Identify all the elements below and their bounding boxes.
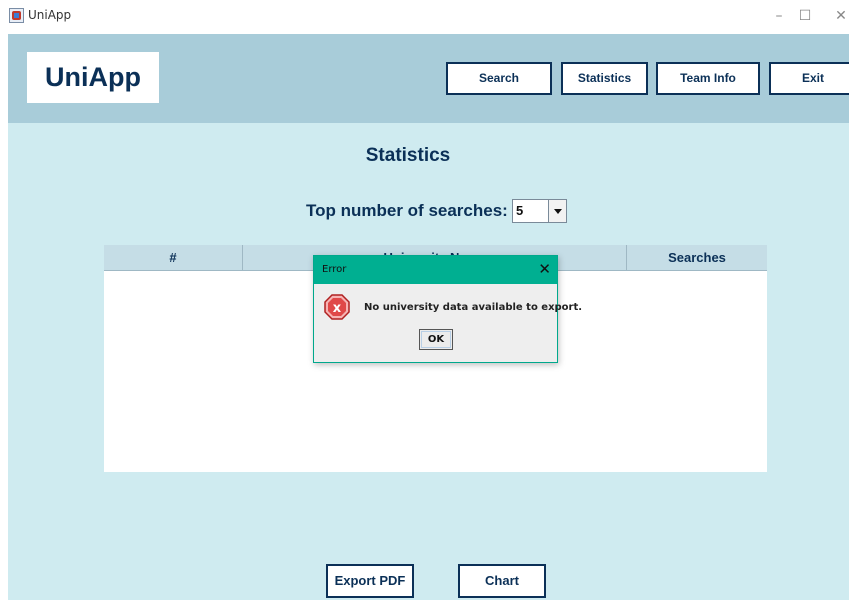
dialog-close-icon[interactable]: ✕ (538, 260, 551, 278)
chevron-down-icon[interactable] (548, 200, 566, 222)
top-searches-value: 5 (516, 203, 524, 218)
error-icon: x (324, 294, 350, 320)
dialog-title: Error (322, 264, 347, 275)
export-pdf-button[interactable]: Export PDF (326, 564, 414, 598)
app-logo: UniApp (27, 52, 159, 103)
page-title: Statistics (365, 145, 451, 166)
svg-text:x: x (333, 301, 342, 316)
maximize-button[interactable]: ☐ (790, 4, 820, 28)
dialog-message: No university data available to export. (364, 302, 583, 313)
ok-button[interactable]: OK (419, 329, 453, 350)
exit-nav-button[interactable]: Exit (769, 62, 849, 95)
error-dialog: Error ✕ x No university data available t… (313, 255, 582, 363)
team-info-nav-button[interactable]: Team Info (656, 62, 760, 95)
statistics-nav-button[interactable]: Statistics (561, 62, 648, 95)
window-titlebar: UniApp – ☐ ✕ (0, 0, 849, 34)
java-app-icon (9, 8, 24, 23)
search-nav-button[interactable]: Search (446, 62, 552, 95)
top-searches-dropdown[interactable]: 5 (512, 199, 567, 223)
dialog-titlebar: Error ✕ (314, 256, 557, 284)
column-header-rank[interactable]: # (104, 245, 243, 271)
chart-button[interactable]: Chart (458, 564, 546, 598)
window-close-button[interactable]: ✕ (826, 4, 849, 28)
top-searches-label: Top number of searches: (306, 201, 508, 220)
window-title: UniApp (28, 8, 72, 22)
app-header: UniApp Search Statistics Team Info Exit (8, 34, 849, 123)
column-header-searches[interactable]: Searches (627, 245, 767, 271)
